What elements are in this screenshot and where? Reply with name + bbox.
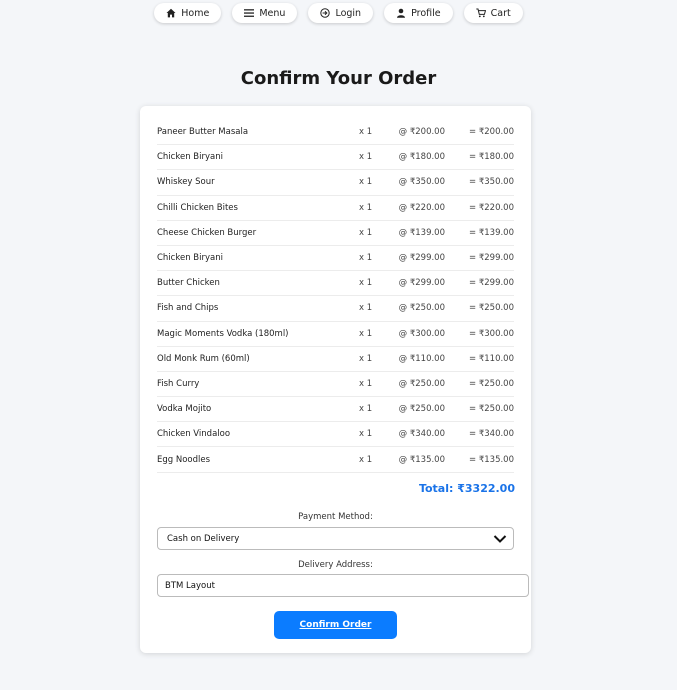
confirm-order-button[interactable]: Confirm Order — [274, 611, 397, 639]
order-item-row: Egg Noodles x 1 @ ₹135.00 = ₹135.00 — [157, 447, 514, 473]
item-name: Chicken Vindaloo — [157, 429, 231, 440]
order-item-row: Butter Chicken x 1 @ ₹299.00 = ₹299.00 — [157, 271, 514, 297]
top-nav: Home Menu Login Profile Cart — [0, 3, 677, 23]
item-name: Cheese Chicken Burger — [157, 227, 257, 238]
nav-cart-button[interactable]: Cart — [463, 3, 523, 23]
nav-home-button[interactable]: Home — [154, 3, 222, 23]
item-name: Paneer Butter Masala — [157, 127, 249, 138]
order-items-list: Paneer Butter Masala x 1 @ ₹200.00 = ₹200.0… — [157, 120, 514, 473]
order-item-row: Whiskey Sour x 1 @ ₹350.00 = ₹350.00 — [157, 170, 514, 196]
item-subtotal: = ₹135.00 — [469, 454, 514, 465]
delivery-address-input[interactable] — [157, 574, 529, 597]
item-subtotal: = ₹250.00 — [469, 378, 514, 389]
item-subtotal: = ₹300.00 — [469, 328, 514, 339]
item-qty: x 1 — [359, 227, 373, 238]
item-price: @ ₹200.00 — [398, 127, 445, 138]
order-item-row: Magic Moments Vodka (180ml) x 1 @ ₹300.00 =… — [157, 322, 514, 347]
item-price: @ ₹250.00 — [398, 378, 445, 389]
delivery-address-label: Delivery Address: — [298, 560, 373, 570]
nav-profile-button[interactable]: Profile — [384, 3, 453, 23]
payment-method-value: Cash on Delivery — [167, 533, 240, 544]
item-subtotal: = ₹299.00 — [469, 278, 514, 289]
profile-icon — [397, 8, 406, 18]
payment-method-label: Payment Method: — [298, 512, 373, 522]
item-price: @ ₹250.00 — [398, 303, 445, 314]
item-qty: x 1 — [359, 177, 373, 188]
order-item-row: Chicken Biryani x 1 @ ₹180.00 = ₹180.00 — [157, 145, 514, 171]
item-qty: x 1 — [359, 152, 373, 163]
item-subtotal: = ₹350.00 — [469, 177, 514, 188]
order-item-row: Fish Curry x 1 @ ₹250.00 = ₹250.00 — [157, 372, 514, 398]
order-item-row: Chicken Vindaloo x 1 @ ₹340.00 = ₹340.00 — [157, 422, 514, 448]
item-name: Whiskey Sour — [157, 177, 215, 188]
item-price: @ ₹299.00 — [398, 278, 445, 289]
item-name: Vodka Mojito — [157, 404, 212, 415]
item-qty: x 1 — [359, 429, 373, 440]
login-icon — [320, 8, 331, 18]
order-item-row: Cheese Chicken Burger x 1 @ ₹139.00 = ₹139.… — [157, 221, 514, 246]
item-price: @ ₹135.00 — [398, 454, 445, 465]
item-qty: x 1 — [359, 202, 373, 213]
nav-home-label: Home — [181, 7, 210, 19]
cart-icon — [475, 8, 486, 18]
item-name: Fish Curry — [157, 378, 200, 389]
item-price: @ ₹340.00 — [398, 429, 445, 440]
item-name: Chilli Chicken Bites — [157, 202, 238, 213]
item-subtotal: = ₹139.00 — [469, 227, 514, 238]
menu-icon — [244, 9, 255, 17]
item-qty: x 1 — [359, 378, 373, 389]
order-item-row: Paneer Butter Masala x 1 @ ₹200.00 = ₹200.0… — [157, 120, 514, 146]
item-subtotal: = ₹340.00 — [469, 429, 514, 440]
item-subtotal: = ₹220.00 — [469, 202, 514, 213]
nav-login-button[interactable]: Login — [308, 3, 374, 23]
item-subtotal: = ₹110.00 — [469, 353, 514, 364]
item-name: Chicken Biryani — [157, 253, 223, 264]
item-name: Egg Noodles — [157, 454, 211, 465]
item-subtotal: = ₹250.00 — [469, 303, 514, 314]
item-price: @ ₹139.00 — [398, 227, 445, 238]
payment-method-select[interactable]: Cash on Delivery — [157, 527, 514, 550]
item-price: @ ₹300.00 — [398, 328, 445, 339]
item-subtotal: = ₹180.00 — [469, 152, 514, 163]
order-card: Paneer Butter Masala x 1 @ ₹200.00 = ₹200.0… — [140, 106, 531, 653]
item-price: @ ₹299.00 — [398, 253, 445, 264]
chevron-down-icon — [493, 534, 507, 543]
item-qty: x 1 — [359, 328, 373, 339]
nav-profile-label: Profile — [411, 7, 441, 19]
order-item-row: Chilli Chicken Bites x 1 @ ₹220.00 = ₹220.0… — [157, 196, 514, 221]
item-price: @ ₹350.00 — [398, 177, 445, 188]
item-subtotal: = ₹250.00 — [469, 404, 514, 415]
item-name: Butter Chicken — [157, 278, 220, 289]
item-qty: x 1 — [359, 278, 373, 289]
nav-menu-button[interactable]: Menu — [232, 3, 298, 23]
item-name: Chicken Biryani — [157, 152, 223, 163]
item-qty: x 1 — [359, 454, 373, 465]
order-item-row: Chicken Biryani x 1 @ ₹299.00 = ₹299.00 — [157, 246, 514, 272]
item-name: Fish and Chips — [157, 303, 219, 314]
nav-login-label: Login — [335, 7, 362, 19]
order-item-row: Old Monk Rum (60ml) x 1 @ ₹110.00 = ₹110.00 — [157, 347, 514, 372]
item-qty: x 1 — [359, 253, 373, 264]
nav-menu-label: Menu — [259, 7, 286, 19]
item-qty: x 1 — [359, 303, 373, 314]
item-name: Old Monk Rum (60ml) — [157, 353, 250, 364]
order-item-row: Vodka Mojito x 1 @ ₹250.00 = ₹250.00 — [157, 397, 514, 423]
item-price: @ ₹180.00 — [398, 152, 445, 163]
page-title: Confirm Your Order — [240, 68, 437, 89]
item-qty: x 1 — [359, 127, 373, 138]
item-name: Magic Moments Vodka (180ml) — [157, 328, 289, 339]
order-total: Total: ₹3322.00 — [418, 482, 515, 495]
item-price: @ ₹220.00 — [398, 202, 445, 213]
item-price: @ ₹110.00 — [398, 353, 445, 364]
item-qty: x 1 — [359, 404, 373, 415]
item-subtotal: = ₹200.00 — [469, 127, 514, 138]
item-subtotal: = ₹299.00 — [469, 253, 514, 264]
item-price: @ ₹250.00 — [398, 404, 445, 415]
home-icon — [166, 8, 176, 18]
order-item-row: Fish and Chips x 1 @ ₹250.00 = ₹250.00 — [157, 296, 514, 322]
nav-cart-label: Cart — [490, 7, 511, 19]
item-qty: x 1 — [359, 353, 373, 364]
